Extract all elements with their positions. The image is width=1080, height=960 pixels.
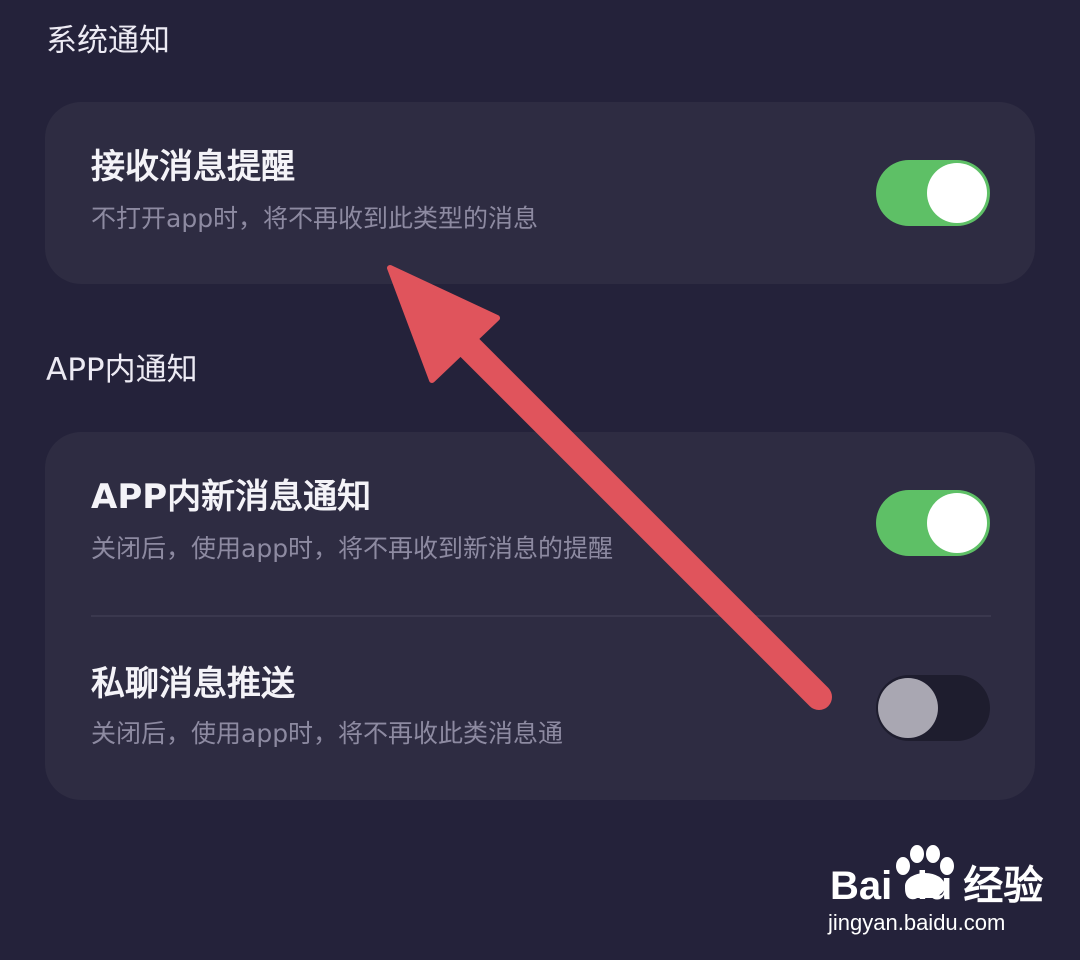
setting-row-receive-reminders[interactable]: 接收消息提醒 不打开app时，将不再收到此类型的消息 [45,102,1035,284]
setting-subtitle: 关闭后，使用app时，将不再收此类消息通 [91,719,564,748]
setting-title: 接收消息提醒 [91,147,295,187]
watermark-url: jingyan.baidu.com [828,910,1006,935]
arrow-head [387,265,500,383]
setting-title: APP内新消息通知 [91,477,372,517]
watermark-brand: Bai du 经验 [830,864,1044,908]
toggle-private-message-push[interactable] [876,675,990,741]
settings-card-system: 接收消息提醒 不打开app时，将不再收到此类型的消息 [45,102,1035,284]
toggle-in-app-new-message[interactable] [876,490,990,556]
toggle-knob [927,163,987,223]
setting-subtitle: 关闭后，使用app时，将不再收到新消息的提醒 [91,534,614,563]
settings-card-in-app: APP内新消息通知 关闭后，使用app时，将不再收到新消息的提醒 私聊消息推送 … [45,432,1035,800]
toggle-receive-reminders[interactable] [876,160,990,226]
setting-row-private-message-push[interactable]: 私聊消息推送 关闭后，使用app时，将不再收此类消息通 [45,617,1035,800]
toggle-knob [927,493,987,553]
setting-subtitle: 不打开app时，将不再收到此类型的消息 [91,204,539,233]
section-title-system-notifications: 系统通知 [46,23,170,59]
baidu-jingyan-watermark: Bai du 经验 jingyan.baidu.com [822,842,1043,942]
setting-row-in-app-new-message[interactable]: APP内新消息通知 关闭后，使用app时，将不再收到新消息的提醒 [45,432,1035,615]
section-title-in-app-notifications: APP内通知 [46,352,198,388]
setting-title: 私聊消息推送 [91,664,295,704]
toggle-knob [878,678,938,738]
